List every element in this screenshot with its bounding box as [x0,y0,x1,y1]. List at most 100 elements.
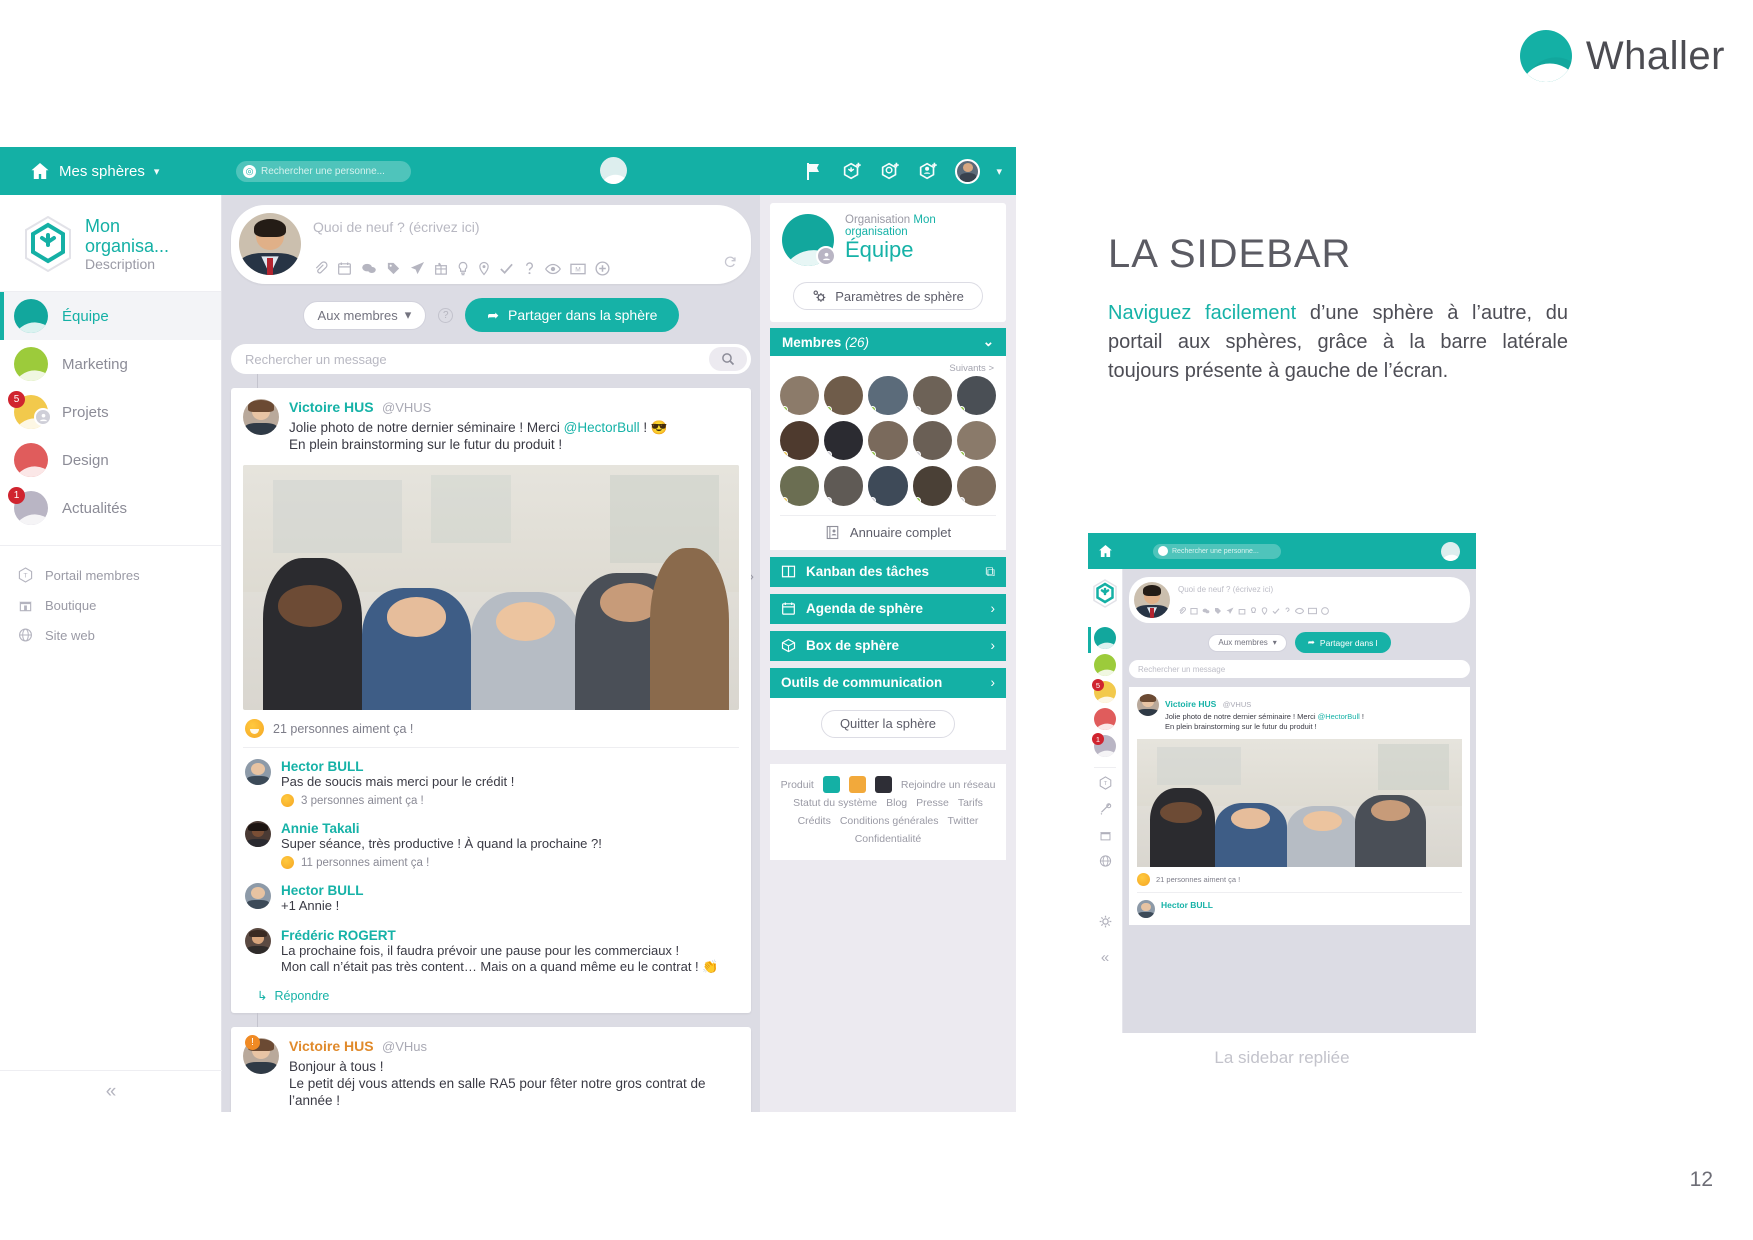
member-avatar[interactable] [956,376,996,416]
member-avatar[interactable] [780,421,820,461]
quit-sphere-button[interactable]: Quitter la sphère [820,709,956,738]
mini-sphere-design[interactable] [1094,708,1116,730]
member-avatar[interactable] [956,421,996,461]
box-action-button[interactable]: Box de sphère › [770,630,1006,661]
post-composer[interactable]: Quoi de neuf ? (écrivez ici) M [231,205,751,284]
flag-icon[interactable] [803,160,825,182]
mini-sphere-projets[interactable]: 5 [1092,679,1116,703]
post-photo[interactable] [243,465,739,710]
post-author-name[interactable]: Victoire HUS [1165,699,1216,709]
post-author-handle: @VHUS [1222,700,1252,709]
member-avatar[interactable] [824,376,864,416]
attach-icon [315,261,328,274]
member-avatar[interactable] [912,466,952,506]
audience-selector[interactable]: Aux membres ▾ [302,300,427,330]
member-avatar[interactable] [824,466,864,506]
refresh-icon[interactable] [723,255,737,274]
footer-cgu-label[interactable]: Conditions générales [840,812,939,830]
member-avatar[interactable] [912,376,952,416]
product-cube-teal-icon[interactable] [822,776,840,794]
sidebar-item-design[interactable]: Design [0,436,221,484]
mini-post-composer[interactable]: Quoi de neuf ? (écrivez ici) [1129,577,1470,623]
search-icon[interactable] [709,347,747,371]
member-avatar[interactable] [780,466,820,506]
hexagon-org-logo-icon[interactable] [1088,569,1122,622]
mini-sphere-actualites[interactable]: 1 [1092,733,1116,757]
footer-status-label[interactable]: Statut du système [793,794,877,812]
member-avatar[interactable] [956,466,996,506]
double-chevron-left-icon[interactable]: « [1101,949,1109,966]
comment-author[interactable]: Hector BULL [281,759,514,774]
footer-blog-label[interactable]: Blog [886,794,907,812]
kanban-action-button[interactable]: Kanban des tâches ⧉ [770,556,1006,587]
footer-confidentialite-label[interactable]: Confidentialité [855,830,922,848]
comment-author[interactable]: Annie Takali [281,821,602,836]
sphere-settings-button[interactable]: Paramètres de sphère [793,282,983,310]
comment-author[interactable]: Frédéric ROGERT [281,928,718,943]
footer-produit-label[interactable]: Produit [781,776,814,794]
slide-text-column: LA SIDEBAR Naviguez facilement d’une sph… [1108,232,1568,386]
sidebar-link-site-web[interactable]: Site web [0,620,221,650]
organization-header[interactable]: Mon organisa... Description [0,195,221,291]
member-avatar[interactable] [912,421,952,461]
sidebar-link-boutique[interactable]: Boutique [0,590,221,620]
mention-link[interactable]: @HectorBull [564,420,640,435]
sidebar-item-marketing[interactable]: Marketing [0,340,221,388]
mini-audience-selector[interactable]: Aux membres ▾ [1208,633,1287,652]
product-cube-orange-icon[interactable] [848,776,866,794]
mini-message-search-input[interactable]: Rechercher un message [1129,660,1470,678]
mini-share-button[interactable]: ➦ Partager dans l [1294,632,1391,653]
mini-sphere-marketing[interactable] [1094,654,1116,676]
post-author-name[interactable]: Victoire HUS [289,1038,374,1054]
panel-footer: Produit Rejoindre un réseau Statut du sy… [770,763,1006,860]
member-avatar[interactable] [868,466,908,506]
home-icon[interactable] [1088,544,1123,558]
mini-person-search-input[interactable]: Rechercher une personne... [1153,543,1281,559]
comment-avatar[interactable] [245,883,271,909]
sidebar-item-projets[interactable]: 5 Projets [0,388,221,436]
sidebar-item-actualites[interactable]: 1 Actualités [0,484,221,532]
my-spheres-menu[interactable]: Mes sphères ▾ [0,162,222,180]
product-cube-dark-icon[interactable] [874,776,892,794]
reply-button[interactable]: ↳ Répondre [243,978,739,1005]
comment-avatar[interactable] [245,928,271,954]
footer-twitter-label[interactable]: Twitter [948,812,979,830]
message-search-input[interactable]: Rechercher un message [231,344,751,374]
add-network-icon[interactable] [879,160,901,182]
add-contact-icon[interactable] [917,160,939,182]
footer-rejoindre-label[interactable]: Rejoindre un réseau [901,776,996,794]
sphere-ball-icon [14,347,48,381]
user-avatar[interactable] [955,158,981,184]
comment-author[interactable]: Hector BULL [1161,900,1213,918]
chevron-down-icon[interactable]: ▾ [996,165,1002,178]
sidebar-item-equipe[interactable]: Équipe [0,292,221,340]
person-search-input[interactable]: ◎ Rechercher une personne... [236,160,411,182]
agenda-action-button[interactable]: Agenda de sphère › [770,593,1006,624]
question-circle-icon[interactable]: ? [438,307,454,323]
full-directory-button[interactable]: Annuaire complet [780,514,996,540]
member-avatar[interactable] [824,421,864,461]
sidebar-link-portail-membres[interactable]: T Portail membres [0,560,221,590]
footer-credits-label[interactable]: Crédits [798,812,831,830]
members-section-header[interactable]: Membres (26) ⌄ [770,328,1006,356]
mini-sphere-equipe[interactable] [1094,627,1116,649]
post-photo[interactable] [1137,739,1462,867]
post-author-name[interactable]: Victoire HUS [289,399,374,415]
comment-avatar[interactable] [245,821,271,847]
mention-link[interactable]: @HectorBull [1318,712,1360,721]
comment-author[interactable]: Hector BULL [281,883,364,898]
comment-avatar[interactable] [1137,900,1155,918]
collapse-sidebar-button[interactable]: « [0,1070,222,1112]
footer-tarifs-label[interactable]: Tarifs [958,794,983,812]
member-avatar[interactable] [868,421,908,461]
member-avatar[interactable] [780,376,820,416]
add-sphere-icon[interactable] [841,160,863,182]
comment-avatar[interactable] [245,759,271,785]
share-button[interactable]: ➦ Partager dans la sphère [465,298,680,332]
post-author-avatar[interactable] [243,399,279,435]
communication-tools-button[interactable]: Outils de communication › [770,667,1006,698]
post-author-avatar[interactable] [1137,694,1159,716]
footer-presse-label[interactable]: Presse [916,794,949,812]
next-members-link[interactable]: Suivants > [780,360,996,376]
member-avatar[interactable] [868,376,908,416]
